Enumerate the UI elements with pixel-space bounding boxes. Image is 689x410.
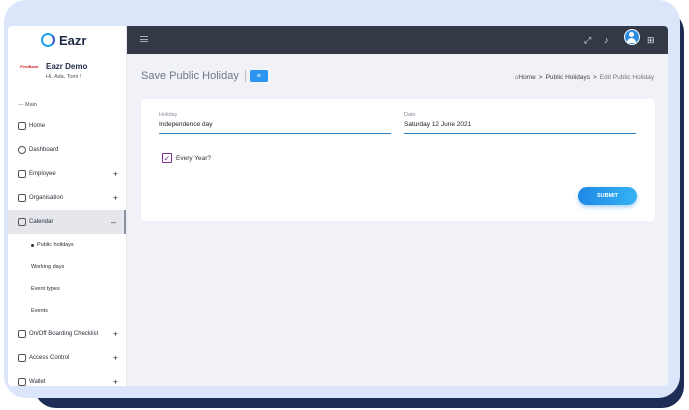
- breadcrumb-current: Edit Public Holiday: [599, 74, 654, 81]
- sidebar-subitem-label: Event types: [31, 286, 60, 292]
- app-window: Eazr FirstBank Eazr Demo Hi, Ada, Tomi !…: [8, 26, 668, 386]
- sidebar-item-boarding-checklist[interactable]: On/Off Boarding Checklist +: [8, 322, 126, 346]
- sidebar-subitem-label: Public holidays: [37, 242, 74, 248]
- collapse-icon[interactable]: –: [111, 217, 116, 227]
- app-name: Eazr: [59, 32, 87, 48]
- sidebar-subitem-event-types[interactable]: Event types: [8, 278, 126, 300]
- breadcrumb-home[interactable]: ⌂Home: [514, 74, 535, 81]
- checklist-icon: [18, 330, 26, 338]
- sidebar-item-label: Home: [29, 123, 46, 129]
- date-label: Date: [404, 112, 416, 118]
- page-title: Save Public Holiday: [141, 70, 239, 82]
- sidebar-item-employee[interactable]: Employee +: [8, 162, 126, 186]
- apps-grid-icon[interactable]: ⊞: [647, 35, 655, 45]
- sidebar-item-label: Wallet: [29, 379, 46, 385]
- company-logo: FirstBank: [20, 64, 39, 69]
- breadcrumb-separator: >: [538, 74, 543, 81]
- sidebar-subitem-events[interactable]: Events: [8, 300, 126, 322]
- expand-icon[interactable]: +: [113, 353, 118, 363]
- expand-icon[interactable]: +: [113, 169, 118, 179]
- expand-icon[interactable]: +: [113, 193, 118, 203]
- sidebar-item-calendar[interactable]: Calendar –: [8, 210, 126, 234]
- sidebar-item-access-control[interactable]: Access Control +: [8, 346, 126, 370]
- avatar[interactable]: [624, 29, 640, 45]
- sidebar: Eazr FirstBank Eazr Demo Hi, Ada, Tomi !…: [8, 26, 127, 386]
- home-icon: [18, 122, 26, 130]
- expand-icon[interactable]: +: [113, 329, 118, 339]
- fullscreen-icon[interactable]: ⤢: [584, 35, 591, 45]
- sidebar-item-dashboard[interactable]: Dashboard: [8, 138, 126, 162]
- user-panel: FirstBank Eazr Demo Hi, Ada, Tomi !: [8, 54, 126, 94]
- page-header: Save Public Holiday ≡: [141, 70, 268, 82]
- eazr-logo-icon: [41, 33, 55, 47]
- sidebar-subitem-working-days[interactable]: Working days: [8, 256, 126, 278]
- holiday-label: Holiday: [159, 112, 178, 118]
- user-greeting: Hi, Ada, Tomi !: [46, 74, 82, 80]
- holiday-input[interactable]: Independence day: [159, 121, 391, 134]
- holiday-form-card: Holiday Independence day Date Saturday 1…: [141, 99, 655, 221]
- top-bar: ⤢ ♪ ⊞: [127, 26, 668, 54]
- sidebar-item-label: Access Control: [29, 355, 70, 361]
- sidebar-item-label: Dashboard: [29, 147, 59, 153]
- bell-icon[interactable]: ♪: [604, 35, 609, 45]
- submit-button[interactable]: SUBMIT: [578, 187, 637, 205]
- date-input[interactable]: Saturday 12 June 2021: [404, 121, 636, 134]
- calendar-icon: [18, 218, 26, 226]
- sidebar-subitem-public-holidays[interactable]: Public holidays: [8, 234, 126, 256]
- list-view-button[interactable]: ≡: [249, 70, 268, 82]
- breadcrumb: ⌂Home > Public Holidays > Edit Public Ho…: [514, 74, 654, 81]
- menu-icon[interactable]: [140, 36, 148, 42]
- sidebar-section-main: --- Main: [18, 102, 37, 108]
- title-divider: [244, 70, 246, 82]
- app-logo[interactable]: Eazr: [8, 26, 126, 54]
- sidebar-item-home[interactable]: Home: [8, 114, 126, 138]
- every-year-label: Every Year?: [176, 154, 212, 162]
- date-field[interactable]: Date Saturday 12 June 2021: [404, 112, 636, 134]
- sidebar-item-label: Calendar: [29, 219, 54, 225]
- dashboard-icon: [18, 146, 26, 154]
- breadcrumb-separator: >: [593, 74, 597, 81]
- sidebar-item-wallet[interactable]: Wallet +: [8, 370, 126, 386]
- sidebar-item-organisation[interactable]: Organisation +: [8, 186, 126, 210]
- sidebar-subitem-label: Events: [31, 308, 48, 314]
- company-name: Eazr Demo: [46, 62, 88, 71]
- employee-icon: [18, 170, 26, 178]
- holiday-field[interactable]: Holiday Independence day: [159, 112, 391, 134]
- active-dot-icon: [31, 243, 34, 247]
- wallet-icon: [18, 378, 26, 386]
- sidebar-item-label: Organisation: [29, 195, 64, 201]
- sidebar-item-label: Employee: [29, 171, 56, 177]
- breadcrumb-public-holidays[interactable]: Public Holidays: [546, 74, 590, 81]
- every-year-row[interactable]: ✓ Every Year?: [162, 153, 211, 163]
- organisation-icon: [18, 194, 26, 202]
- every-year-checkbox[interactable]: ✓: [162, 153, 172, 163]
- sidebar-item-label: On/Off Boarding Checklist: [29, 331, 99, 337]
- expand-icon[interactable]: +: [113, 377, 118, 386]
- sidebar-subitem-label: Working days: [31, 264, 65, 270]
- lock-icon: [18, 354, 26, 362]
